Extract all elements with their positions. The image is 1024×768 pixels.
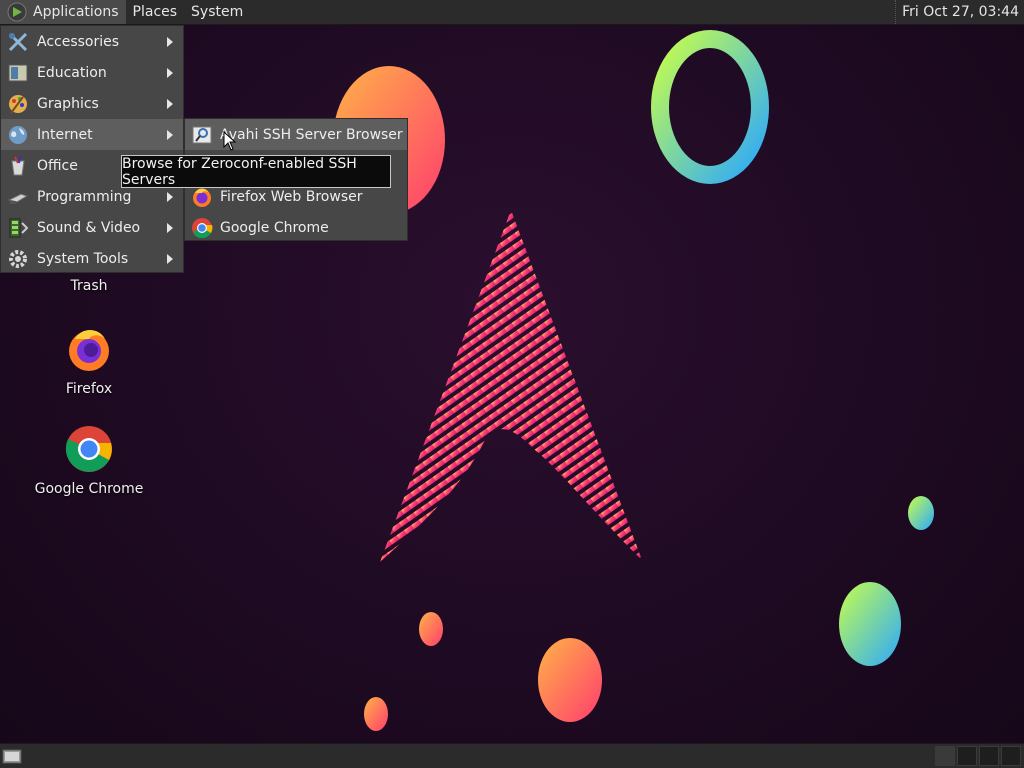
orange-dot-2 [364,697,388,731]
menu-item-sound-video[interactable]: Sound & Video [1,212,183,243]
submenu-item-label: Firefox Web Browser [220,188,363,205]
menu-item-label: Sound & Video [37,219,141,236]
desktop-icon-trash[interactable]: Trash [29,278,149,294]
chrome-label: Google Chrome [34,481,144,497]
system-menu-button[interactable]: System [184,0,250,24]
menu-item-label: Internet [37,126,93,143]
menu-item-label: Office [37,157,78,174]
firefox-label: Firefox [65,381,113,397]
menu-item-label: Education [37,64,107,81]
applications-menu-button[interactable]: Applications [0,0,126,24]
menu-item-label: System Tools [37,250,129,267]
submenu-arrow-icon [167,130,173,140]
avahi-ssh-icon [190,123,214,147]
green-planet [839,582,901,666]
submenu-arrow-icon [167,99,173,109]
bottom-panel [0,743,1024,768]
submenu-item-label: Avahi SSH Server Browser [220,126,403,143]
desktop-icon-firefox[interactable]: Firefox [29,325,149,397]
workspace-4[interactable] [1001,746,1021,766]
workspace-1[interactable] [935,746,955,766]
firefox-icon [69,330,109,371]
chrome-icon [190,216,214,240]
firefox-icon [190,185,214,209]
mouse-cursor-icon [223,131,237,151]
green-dot [908,496,934,530]
submenu-arrow-icon [167,254,173,264]
green-ring [651,30,769,184]
submenu-arrow-icon [167,68,173,78]
submenu-item-label: Google Chrome [220,219,329,236]
applications-menu: Accessories Education Graphics Internet … [0,25,184,273]
desktop-icon-chrome[interactable]: Google Chrome [29,425,149,497]
orange-planet-small [538,638,602,722]
arch-logo [380,210,642,562]
menu-item-label: Programming [37,188,132,205]
menu-item-education[interactable]: Education [1,57,183,88]
submenu-arrow-icon [167,37,173,47]
top-panel: Applications Places System Fri Oct 27, 0… [0,0,1024,25]
office-icon [7,155,29,177]
tooltip: Browse for Zeroconf-enabled SSH Servers [121,155,391,188]
chrome-icon [65,426,112,472]
submenu-arrow-icon [167,223,173,233]
submenu-item-avahi-ssh[interactable]: Avahi SSH Server Browser [185,119,407,150]
menu-item-graphics[interactable]: Graphics [1,88,183,119]
sound-video-icon [7,217,29,239]
menu-bar: Applications Places System [0,0,250,24]
menu-item-label: Graphics [37,95,99,112]
menu-item-accessories[interactable]: Accessories [1,26,183,57]
internet-icon [7,124,29,146]
accessories-icon [7,31,29,53]
orange-dot-1 [419,612,443,646]
graphics-icon [7,93,29,115]
places-label: Places [132,4,178,20]
menu-item-internet[interactable]: Internet [1,119,183,150]
places-menu-button[interactable]: Places [126,0,185,24]
programming-icon [7,186,29,208]
workspace-2[interactable] [957,746,977,766]
workspace-3[interactable] [979,746,999,766]
system-tools-icon [7,248,29,270]
submenu-arrow-icon [167,192,173,202]
tooltip-text: Browse for Zeroconf-enabled SSH Servers [122,155,357,188]
trash-label: Trash [70,278,108,294]
applications-label: Applications [33,4,119,20]
system-label: System [191,4,244,20]
education-icon [7,62,29,84]
menu-item-label: Accessories [37,33,120,50]
app-menu-logo-icon [7,2,27,22]
show-desktop-icon[interactable] [2,747,22,765]
menu-item-system-tools[interactable]: System Tools [1,243,183,274]
submenu-item-chrome[interactable]: Google Chrome [185,212,407,243]
clock[interactable]: Fri Oct 27, 03:44 [895,0,1024,24]
clock-text: Fri Oct 27, 03:44 [902,4,1019,20]
